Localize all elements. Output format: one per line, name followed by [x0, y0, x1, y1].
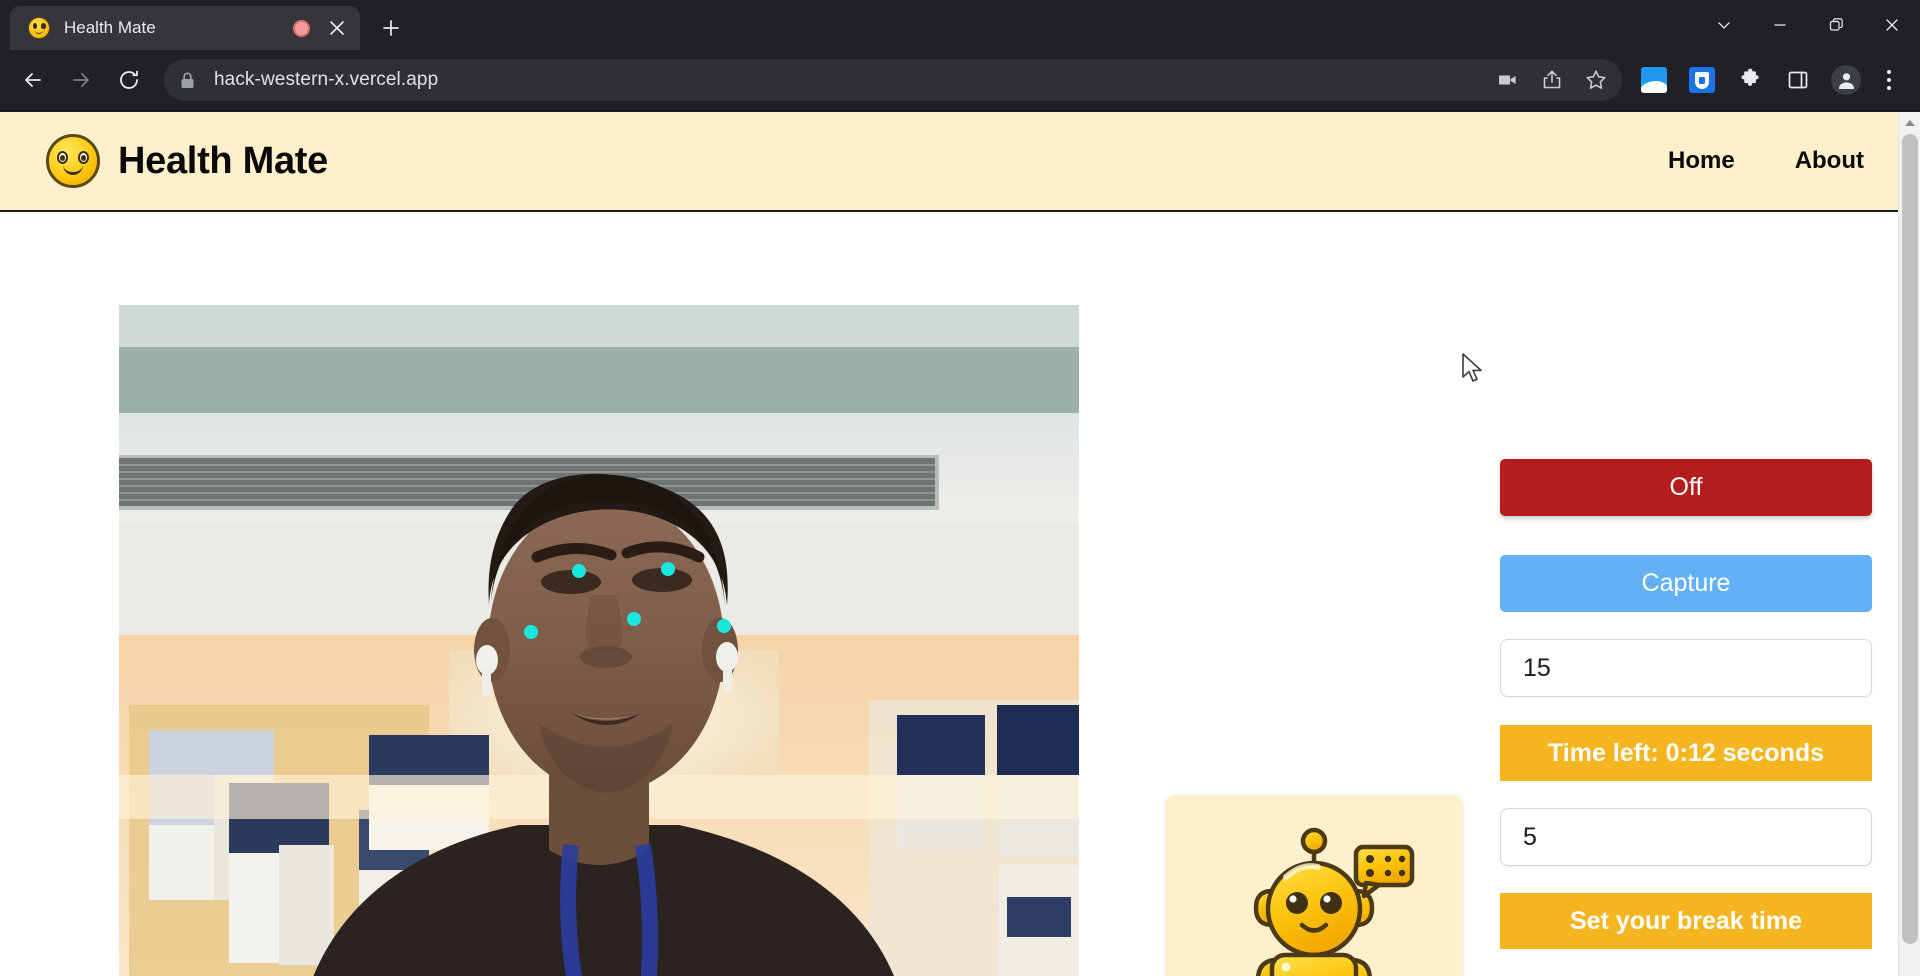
face-landmark-left-eye — [572, 564, 586, 578]
back-arrow-icon[interactable] — [12, 59, 54, 101]
triangle-up-icon[interactable] — [1899, 112, 1920, 134]
nav-about[interactable]: About — [1795, 147, 1864, 175]
browser-tab[interactable]: Health Mate — [10, 6, 360, 50]
omnibox-actions — [1486, 59, 1618, 101]
close-icon[interactable] — [324, 15, 350, 41]
new-tab-button[interactable] — [372, 9, 410, 47]
browser-toolbar: hack-western-x.vercel.app — [0, 50, 1920, 111]
chevron-down-icon[interactable] — [1696, 0, 1752, 50]
page-title: Health Mate — [118, 139, 328, 182]
time-left-status[interactable]: Time left: 0:12 seconds — [1500, 725, 1872, 781]
face-landmark-left-cheek — [524, 625, 538, 639]
toggle-camera-button[interactable]: Off — [1500, 459, 1872, 516]
webcam-feed[interactable] — [119, 305, 1079, 976]
set-break-time-button[interactable]: Set your break time — [1500, 893, 1872, 949]
url-text: hack-western-x.vercel.app — [214, 69, 439, 90]
forward-arrow-icon[interactable] — [60, 59, 102, 101]
kebab-menu-icon[interactable] — [1872, 59, 1906, 101]
browser-window: Health Mate hack-western-x.vercel.app He… — [0, 0, 1920, 976]
lock-icon — [180, 70, 200, 90]
page-scrollbar[interactable] — [1898, 112, 1920, 976]
side-panel-icon[interactable] — [1776, 59, 1820, 101]
extension-toolbar — [1632, 59, 1906, 101]
face-landmark-right-cheek — [717, 619, 731, 633]
smiley-face-favicon — [28, 17, 50, 39]
nav-home[interactable]: Home — [1668, 147, 1735, 175]
page-viewport: Health Mate Home About Off Capture 15 Ti… — [0, 112, 1920, 976]
face-landmark-right-eye — [661, 562, 675, 576]
brand: Health Mate — [46, 134, 328, 188]
close-icon[interactable] — [1864, 0, 1920, 50]
window-controls — [1696, 0, 1920, 50]
site-header: Health Mate Home About — [0, 112, 1920, 212]
shield-lock-extension-icon[interactable] — [1680, 59, 1724, 101]
star-icon[interactable] — [1574, 59, 1618, 101]
break-time-input[interactable]: 5 — [1500, 808, 1872, 866]
main-nav: Home About — [1668, 147, 1864, 175]
minimize-icon[interactable] — [1752, 0, 1808, 50]
avatar-icon[interactable] — [1824, 59, 1868, 101]
distance-input[interactable]: 15 — [1500, 639, 1872, 697]
restore-icon[interactable] — [1808, 0, 1864, 50]
image-extension-icon[interactable] — [1632, 59, 1676, 101]
tab-strip: Health Mate — [0, 0, 1920, 50]
video-camera-icon[interactable] — [1486, 59, 1530, 101]
reload-icon[interactable] — [108, 59, 150, 101]
tab-media-recording-indicator[interactable] — [293, 19, 310, 37]
controls-panel: Off Capture 15 Time left: 0:12 seconds 5… — [1500, 212, 1872, 949]
distance-warning-card: Don't Go Too Close — [1165, 795, 1463, 976]
address-bar[interactable]: hack-western-x.vercel.app — [164, 59, 1622, 101]
yellow-robot-illustration — [1253, 827, 1415, 976]
main-content: Don't Go Too Close Off Capture 15 Time l… — [0, 212, 1920, 976]
smiley-face-logo — [46, 134, 100, 188]
puzzle-piece-icon[interactable] — [1728, 59, 1772, 101]
capture-button[interactable]: Capture — [1500, 555, 1872, 612]
scrollbar-thumb[interactable] — [1902, 134, 1918, 944]
face-landmarks-overlay — [524, 562, 731, 639]
share-icon[interactable] — [1530, 59, 1574, 101]
tab-title: Health Mate — [64, 18, 156, 37]
face-landmark-nose-tip — [627, 612, 641, 626]
